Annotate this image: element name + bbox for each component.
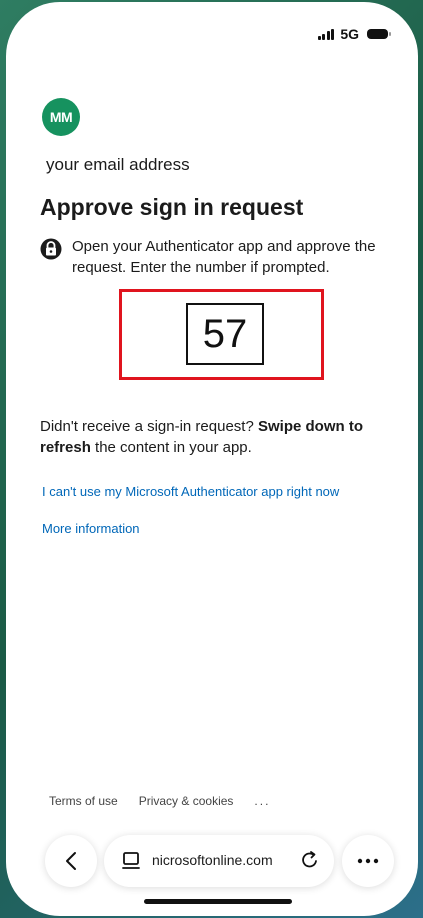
- more-icon: [357, 858, 379, 864]
- phone-screen: 5G MM your email address Approve sign in…: [6, 2, 418, 916]
- browser-toolbar: nicrosoftonline.com: [6, 832, 418, 892]
- footer-more-button[interactable]: ...: [254, 794, 270, 808]
- lock-icon: [40, 238, 62, 260]
- home-indicator[interactable]: [144, 899, 292, 904]
- tabs-icon: [122, 852, 140, 869]
- page-title: Approve sign in request: [40, 194, 304, 220]
- back-icon: [66, 852, 76, 870]
- avatar: MM: [42, 98, 80, 136]
- url-text: nicrosoftonline.com: [152, 852, 273, 868]
- signal-icon: [317, 28, 335, 40]
- more-options-button[interactable]: [342, 835, 394, 887]
- instruction-text: Open your Authenticator app and approve …: [72, 238, 376, 276]
- number-match-box: 57: [186, 303, 264, 365]
- instruction: Open your Authenticator app and approve …: [40, 236, 400, 278]
- privacy-link[interactable]: Privacy & cookies: [139, 794, 234, 808]
- reload-icon[interactable]: [299, 849, 321, 871]
- email-address: your email address: [46, 155, 190, 174]
- more-information-link[interactable]: More information: [42, 521, 140, 536]
- terms-link[interactable]: Terms of use: [49, 794, 118, 808]
- cant-use-authenticator-link[interactable]: I can't use my Microsoft Authenticator a…: [42, 484, 339, 499]
- battery-icon: [367, 29, 391, 39]
- address-bar[interactable]: nicrosoftonline.com: [104, 835, 334, 887]
- refresh-hint: Didn't receive a sign-in request? Swipe …: [40, 416, 405, 458]
- network-label: 5G: [340, 26, 359, 42]
- footer: Terms of use Privacy & cookies ...: [49, 794, 270, 808]
- refresh-hint-prefix: Didn't receive a sign-in request?: [40, 418, 258, 435]
- back-button[interactable]: [45, 835, 97, 887]
- status-bar: 5G: [317, 26, 391, 42]
- refresh-hint-suffix: the content in your app.: [90, 439, 252, 456]
